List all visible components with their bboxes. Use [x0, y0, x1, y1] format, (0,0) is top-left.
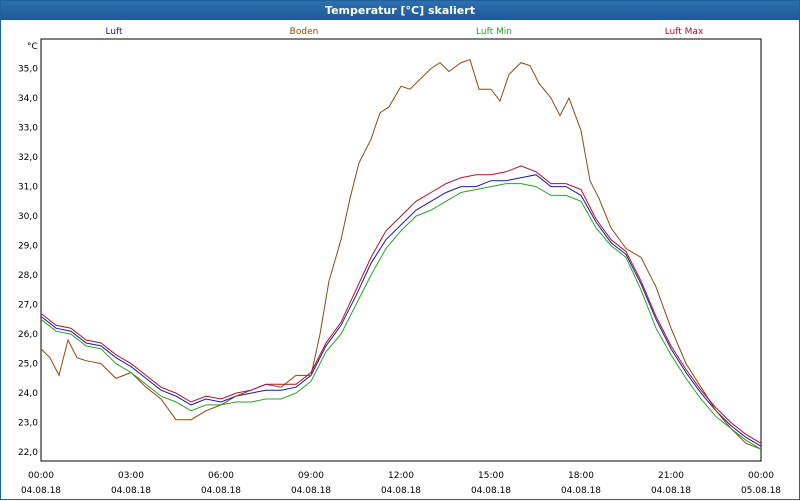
- legend-entry-boden: Boden: [290, 27, 319, 37]
- x-tick-time: 15:00: [478, 471, 504, 481]
- y-tick-label: 31,0: [18, 183, 38, 193]
- y-tick-label: 27,0: [18, 301, 38, 311]
- chart-window: Temperatur [°C] skaliert 22,0 23,0 24,0 25,…: [0, 0, 800, 500]
- y-tick-label: 29,0: [18, 242, 38, 252]
- legend-entry-luft-max: Luft Max: [665, 27, 704, 37]
- y-tick-label: 25,0: [18, 360, 38, 370]
- x-tick-date: 04.08.18: [651, 486, 691, 496]
- x-tick-time: 06:00: [208, 471, 234, 481]
- x-tick-time: 09:00: [298, 471, 324, 481]
- x-tick-time: 03:00: [118, 471, 144, 481]
- legend-entry-luft: Luft: [105, 27, 123, 37]
- x-tick-date: 04.08.18: [471, 486, 511, 496]
- y-tick-label: 26,0: [18, 330, 38, 340]
- y-tick-label: 35,0: [18, 65, 38, 75]
- x-tick-date: 04.08.18: [291, 486, 331, 496]
- y-tick-label: 33,0: [18, 124, 38, 134]
- y-tick-label: 30,0: [18, 212, 38, 222]
- x-tick-date: 04.08.18: [201, 486, 241, 496]
- plot-frame: [40, 38, 762, 462]
- x-tick-date: 04.08.18: [21, 486, 61, 496]
- y-axis-unit: °C: [27, 42, 38, 52]
- y-tick-label: 32,0: [18, 153, 38, 163]
- legend: Luft Boden Luft Min Luft Max: [105, 27, 704, 37]
- y-tick-label: 23,0: [18, 419, 38, 429]
- x-tick-date: 05.08.18: [741, 486, 781, 496]
- legend-entry-luft-min: Luft Min: [476, 27, 512, 37]
- axes: [40, 38, 762, 462]
- y-tick-label: 28,0: [18, 271, 38, 281]
- x-tick-date: 04.08.18: [111, 486, 151, 496]
- temperature-chart: 22,0 23,0 24,0 25,0 26,0 27,0 28,0 29,0 30,0 31,0…: [18, 27, 781, 496]
- x-tick-date: 04.08.18: [561, 486, 601, 496]
- y-tick-label: 24,0: [18, 389, 38, 399]
- x-tick-time: 18:00: [568, 471, 594, 481]
- y-tick-label: 22,0: [18, 448, 38, 458]
- y-tick-label: 34,0: [18, 94, 38, 104]
- x-tick-time: 12:00: [388, 471, 414, 481]
- x-tick-date: 04.08.18: [381, 486, 421, 496]
- x-tick-time: 00:00: [28, 471, 54, 481]
- x-tick-time: 00:00: [748, 471, 774, 481]
- x-tick-time: 21:00: [658, 471, 684, 481]
